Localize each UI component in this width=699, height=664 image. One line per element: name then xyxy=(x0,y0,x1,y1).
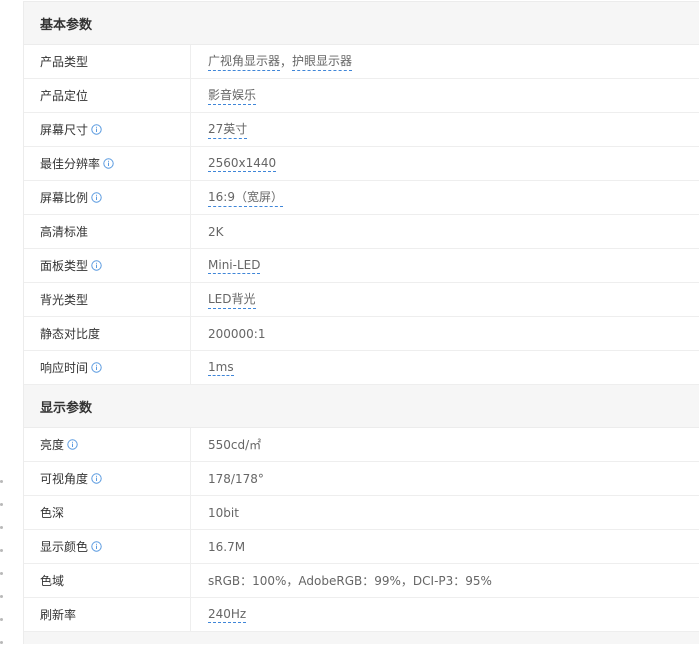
spec-value-link[interactable]: 240Hz xyxy=(208,607,247,623)
spec-label-cell: 亮度 xyxy=(24,428,191,461)
spec-label: 产品类型 xyxy=(40,55,89,69)
spec-row: 屏幕比例 16:9（宽屏） xyxy=(24,181,699,215)
spec-value-cell: 10bit xyxy=(191,496,699,529)
spec-row: 显示颜色 16.7M xyxy=(24,530,699,564)
info-icon[interactable] xyxy=(91,260,102,271)
spec-label: 产品定位 xyxy=(40,89,89,103)
spec-row: 产品类型 广视角显示器，护眼显示器 xyxy=(24,45,699,79)
table-bottom-strip xyxy=(24,632,699,644)
left-edge-marks xyxy=(0,480,6,664)
spec-label-cell: 背光类型 xyxy=(24,283,191,316)
spec-label-cell: 高清标准 xyxy=(24,215,191,248)
spec-label: 高清标准 xyxy=(40,225,89,239)
info-icon[interactable] xyxy=(91,124,102,135)
spec-value: 200000:1 xyxy=(208,326,266,341)
spec-label: 刷新率 xyxy=(40,608,77,622)
spec-value-cell: 550cd/㎡ xyxy=(191,428,699,461)
spec-value: 10bit xyxy=(208,505,239,520)
spec-value-link[interactable]: LED背光 xyxy=(208,290,256,309)
spec-row: 最佳分辨率 2560x1440 xyxy=(24,147,699,181)
spec-row: 可视角度 178/178° xyxy=(24,462,699,496)
spec-label: 可视角度 xyxy=(40,472,89,486)
section-header: 基本参数 xyxy=(24,2,699,45)
spec-value: 16.7M xyxy=(208,539,246,554)
spec-row: 刷新率 240Hz xyxy=(24,598,699,632)
spec-value-cell: 影音娱乐 xyxy=(191,79,699,112)
info-icon[interactable] xyxy=(91,362,102,373)
spec-value-cell: 178/178° xyxy=(191,462,699,495)
spec-row: 色域 sRGB：100%，AdobeRGB：99%，DCI-P3：95% xyxy=(24,564,699,598)
spec-row: 产品定位 影音娱乐 xyxy=(24,79,699,113)
spec-label-cell: 屏幕比例 xyxy=(24,181,191,214)
spec-label-cell: 刷新率 xyxy=(24,598,191,631)
spec-value-cell: Mini-LED xyxy=(191,249,699,282)
spec-label-cell: 最佳分辨率 xyxy=(24,147,191,180)
spec-label-cell: 面板类型 xyxy=(24,249,191,282)
spec-label-cell: 可视角度 xyxy=(24,462,191,495)
value-separator: ， xyxy=(280,55,293,69)
spec-value-link[interactable]: Mini-LED xyxy=(208,258,261,274)
spec-label: 屏幕比例 xyxy=(40,191,89,205)
spec-value-link[interactable]: 护眼显示器 xyxy=(292,52,353,71)
spec-value-cell: 1ms xyxy=(191,351,699,384)
spec-value: 550cd/㎡ xyxy=(208,438,262,452)
spec-label: 静态对比度 xyxy=(40,327,101,341)
spec-label: 面板类型 xyxy=(40,259,89,273)
spec-label: 响应时间 xyxy=(40,361,89,375)
spec-table: 基本参数产品类型 广视角显示器，护眼显示器产品定位 影音娱乐屏幕尺寸 27英寸最佳分辨… xyxy=(23,1,699,644)
info-icon[interactable] xyxy=(91,541,102,552)
spec-value-cell: 广视角显示器，护眼显示器 xyxy=(191,45,699,78)
spec-row: 响应时间 1ms xyxy=(24,351,699,385)
spec-row: 亮度 550cd/㎡ xyxy=(24,428,699,462)
spec-row: 背光类型 LED背光 xyxy=(24,283,699,317)
spec-label-cell: 产品类型 xyxy=(24,45,191,78)
spec-label: 屏幕尺寸 xyxy=(40,123,89,137)
spec-value: sRGB：100%，AdobeRGB：99%，DCI-P3：95% xyxy=(208,574,492,588)
spec-label: 亮度 xyxy=(40,438,65,452)
spec-value-cell: 16.7M xyxy=(191,530,699,563)
spec-value-cell: 200000:1 xyxy=(191,317,699,350)
spec-label: 色域 xyxy=(40,574,65,588)
spec-label-cell: 色深 xyxy=(24,496,191,529)
spec-label-cell: 静态对比度 xyxy=(24,317,191,350)
spec-label-cell: 屏幕尺寸 xyxy=(24,113,191,146)
spec-value-cell: 240Hz xyxy=(191,598,699,631)
info-icon[interactable] xyxy=(67,439,78,450)
spec-value-link[interactable]: 16:9（宽屏） xyxy=(208,188,283,207)
spec-row: 屏幕尺寸 27英寸 xyxy=(24,113,699,147)
spec-value: 178/178° xyxy=(208,471,264,486)
spec-label-cell: 色域 xyxy=(24,564,191,597)
spec-value-link[interactable]: 2560x1440 xyxy=(208,156,277,172)
spec-row: 静态对比度 200000:1 xyxy=(24,317,699,351)
spec-value-cell: 2K xyxy=(191,215,699,248)
info-icon[interactable] xyxy=(103,158,114,169)
spec-value-link[interactable]: 影音娱乐 xyxy=(208,86,257,105)
section-header: 显示参数 xyxy=(24,385,699,428)
info-icon[interactable] xyxy=(91,473,102,484)
spec-value-cell: LED背光 xyxy=(191,283,699,316)
spec-row: 色深 10bit xyxy=(24,496,699,530)
spec-label-cell: 产品定位 xyxy=(24,79,191,112)
spec-value-link[interactable]: 广视角显示器 xyxy=(208,52,281,71)
spec-label-cell: 显示颜色 xyxy=(24,530,191,563)
info-icon[interactable] xyxy=(91,192,102,203)
spec-label-cell: 响应时间 xyxy=(24,351,191,384)
spec-label: 背光类型 xyxy=(40,293,89,307)
spec-label: 显示颜色 xyxy=(40,540,89,554)
spec-value-cell: 27英寸 xyxy=(191,113,699,146)
spec-value-cell: 16:9（宽屏） xyxy=(191,181,699,214)
spec-value-cell: sRGB：100%，AdobeRGB：99%，DCI-P3：95% xyxy=(191,564,699,597)
spec-label: 最佳分辨率 xyxy=(40,157,101,171)
spec-label: 色深 xyxy=(40,506,65,520)
spec-row: 高清标准 2K xyxy=(24,215,699,249)
spec-row: 面板类型 Mini-LED xyxy=(24,249,699,283)
spec-value: 2K xyxy=(208,224,224,239)
spec-value-link[interactable]: 1ms xyxy=(208,360,234,376)
spec-value-cell: 2560x1440 xyxy=(191,147,699,180)
spec-value-link[interactable]: 27英寸 xyxy=(208,120,248,139)
